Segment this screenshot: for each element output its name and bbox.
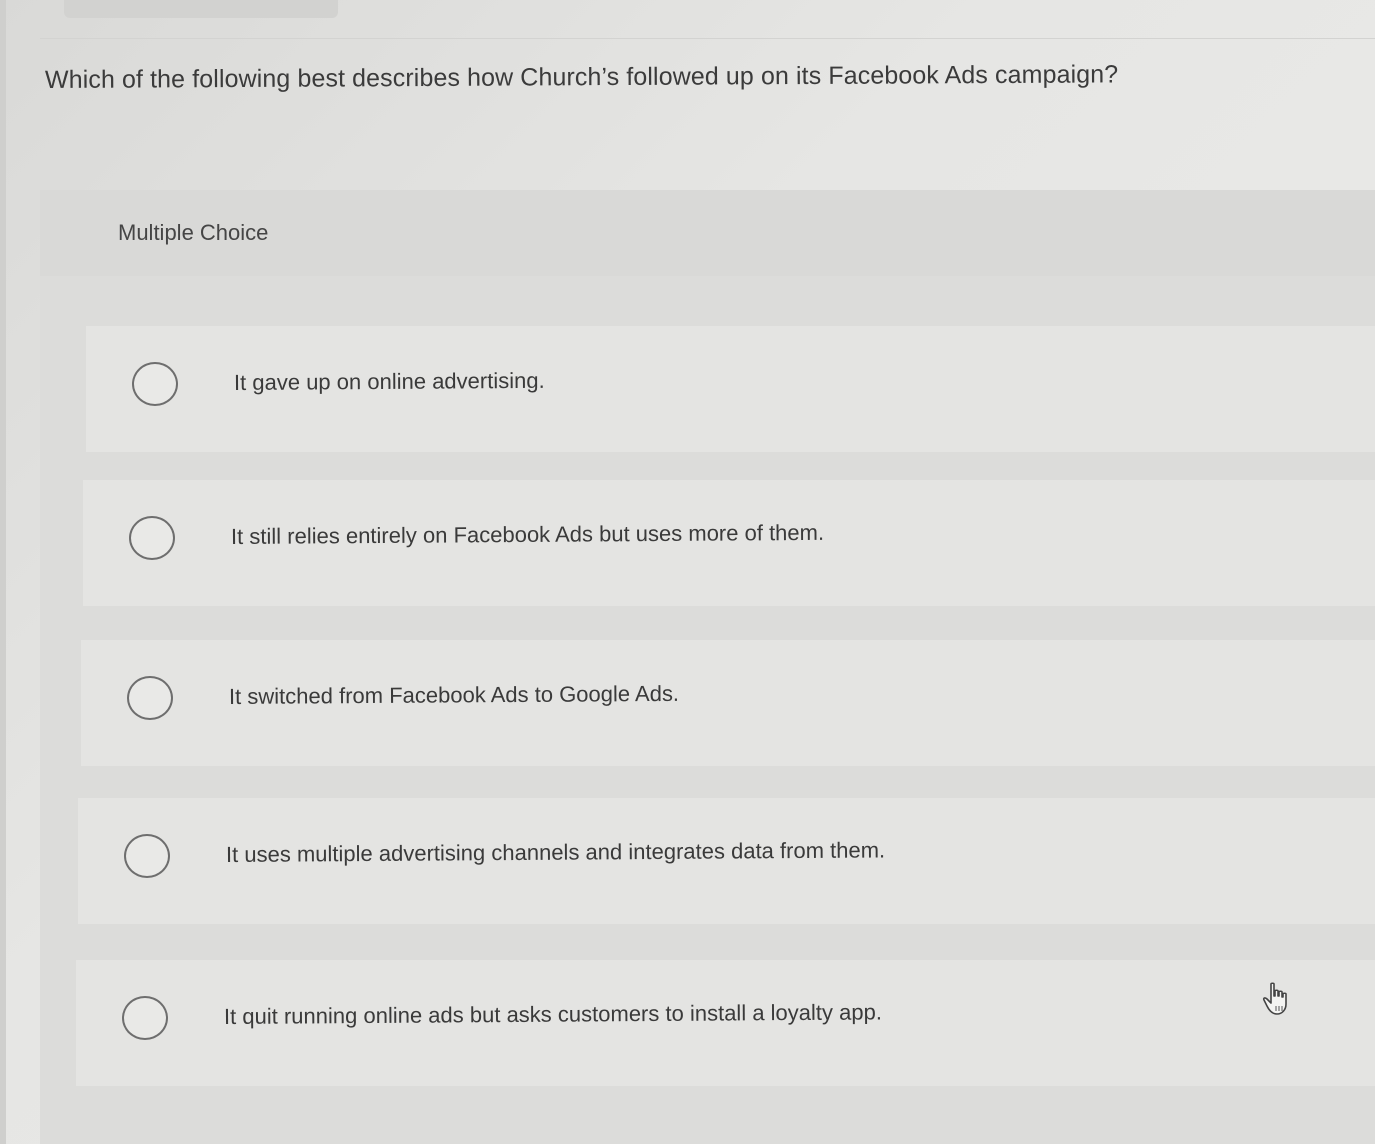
choice-option-3[interactable]: It switched from Facebook Ads to Google …: [81, 640, 1375, 766]
choice-option-label: It uses multiple advertising channels an…: [225, 837, 886, 867]
choice-option-5[interactable]: It quit running online ads but asks cust…: [76, 960, 1375, 1086]
radio-unchecked-icon[interactable]: [127, 676, 173, 720]
choice-option-4[interactable]: It uses multiple advertising channels an…: [78, 798, 1375, 924]
hand-pointer-cursor-icon: [1262, 982, 1287, 1015]
radio-unchecked-icon[interactable]: [129, 516, 175, 560]
radio-unchecked-icon[interactable]: [132, 362, 178, 406]
choice-option-1[interactable]: It gave up on online advertising.: [86, 326, 1375, 452]
choice-option-label: It gave up on online advertising.: [233, 367, 545, 395]
choice-option-label: It still relies entirely on Facebook Ads…: [230, 519, 825, 549]
choice-option-label: It quit running online ads but asks cust…: [223, 999, 882, 1029]
page-edge: [0, 0, 6, 1144]
divider: [40, 38, 1375, 39]
top-tab: [64, 0, 338, 18]
radio-unchecked-icon[interactable]: [122, 996, 168, 1040]
multiple-choice-label: Multiple Choice: [118, 220, 269, 245]
choice-option-label: It switched from Facebook Ads to Google …: [228, 680, 680, 709]
choice-option-2[interactable]: It still relies entirely on Facebook Ads…: [83, 480, 1375, 606]
question-text: Which of the following best describes ho…: [44, 60, 1119, 94]
radio-unchecked-icon[interactable]: [124, 834, 170, 878]
